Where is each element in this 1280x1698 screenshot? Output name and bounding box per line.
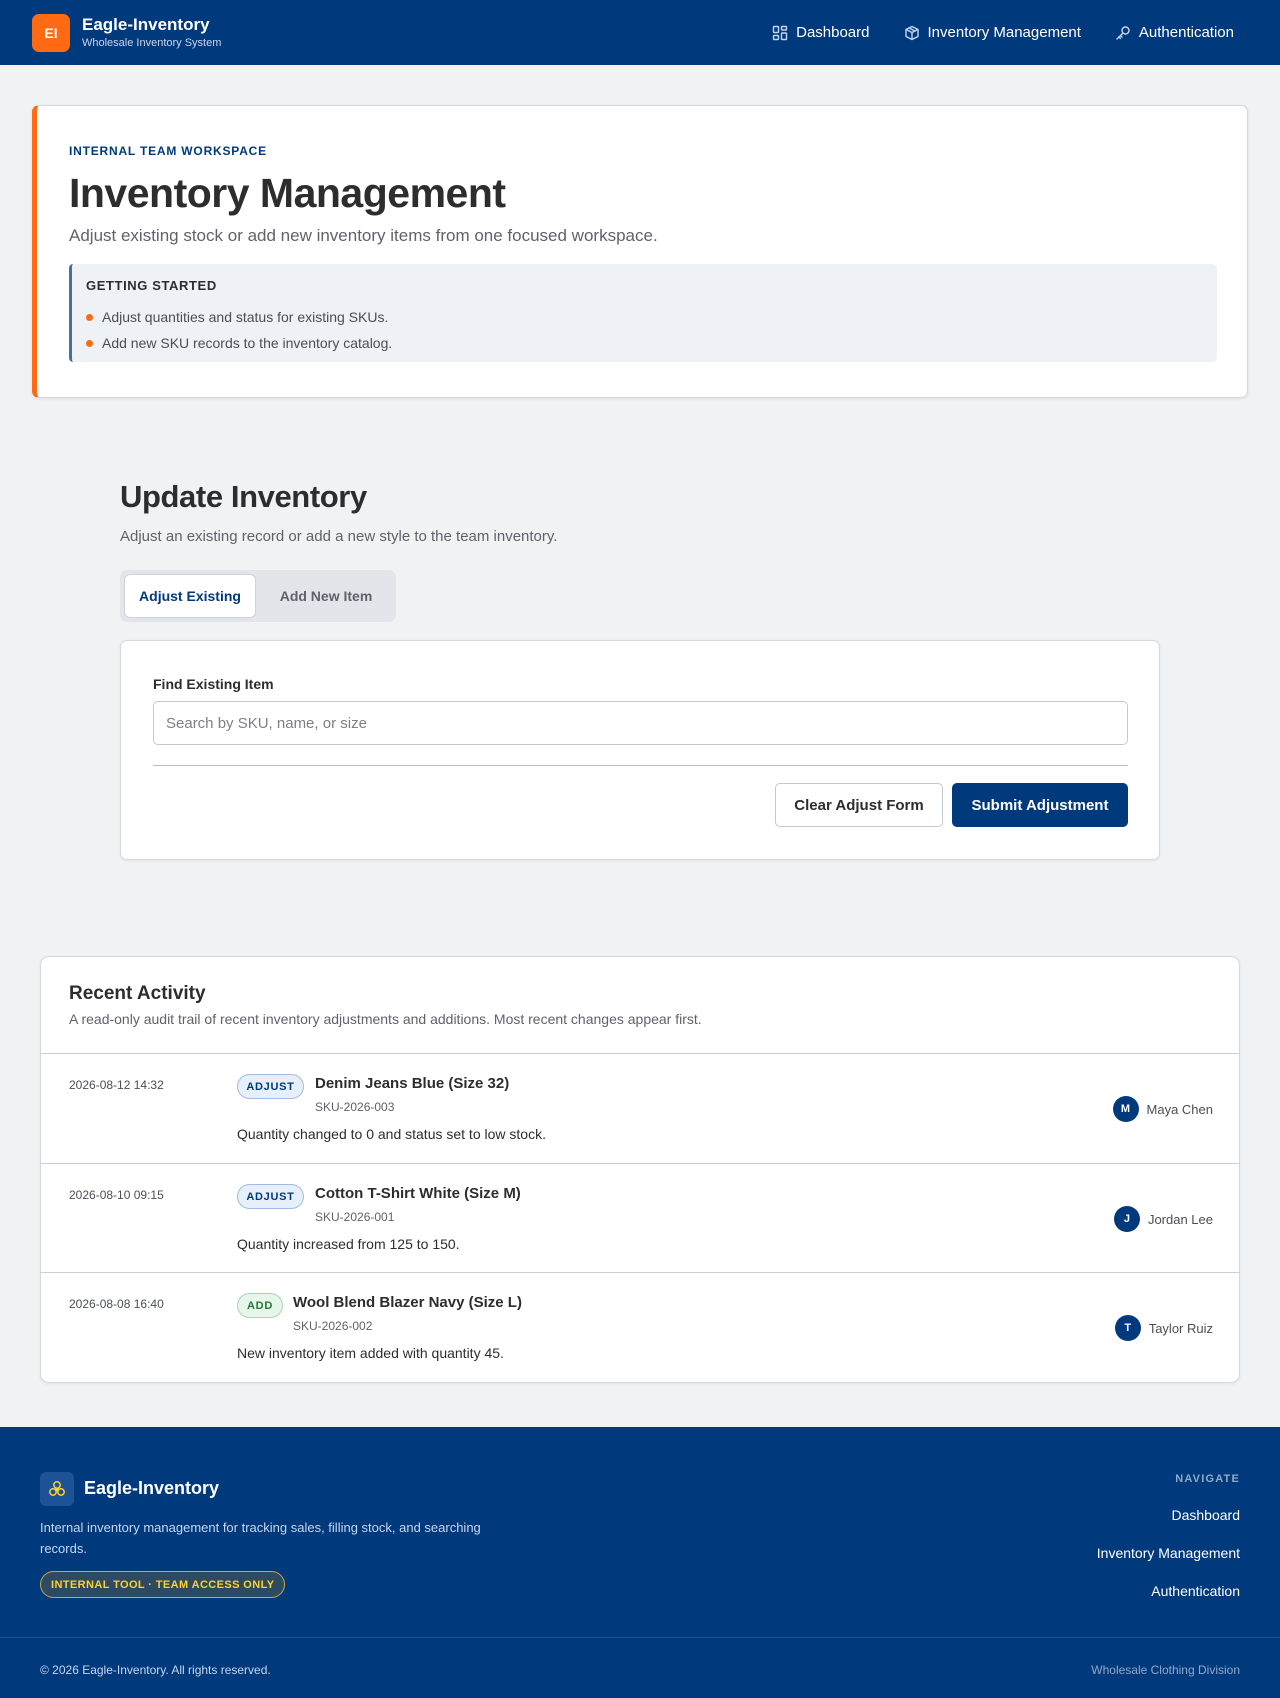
getting-started-panel: GETTING STARTED Adjust quantities and st…: [69, 264, 1217, 362]
bullet-icon: [86, 313, 93, 321]
footer-nav-title: NAVIGATE: [1175, 1473, 1240, 1485]
footer-link-dashboard[interactable]: Dashboard: [1172, 1507, 1241, 1523]
division-label: Wholesale Clothing Division: [1091, 1663, 1240, 1677]
activity-item-name: Cotton T-Shirt White (Size M): [315, 1185, 521, 1202]
activity-user: T Taylor Ruiz: [1114, 1315, 1213, 1341]
nav-label-authentication: Authentication: [1138, 24, 1234, 41]
activity-timestamp: 2026-08-10 09:15: [69, 1188, 164, 1202]
brand-logo: EI: [32, 13, 70, 52]
hero-card: INTERNAL TEAM WORKSPACE Inventory Manage…: [32, 105, 1248, 398]
hero-description: Adjust existing stock or add new invento…: [69, 226, 658, 245]
site-footer: Eagle-Inventory Internal inventory manag…: [0, 1427, 1280, 1698]
avatar: T: [1114, 1315, 1141, 1341]
activity-item-sku: SKU-2026-001: [315, 1210, 395, 1224]
tab-adjust-existing[interactable]: Adjust Existing: [124, 574, 256, 618]
getting-started-item: Adjust quantities and status for existin…: [86, 304, 1203, 330]
internal-tool-badge: INTERNAL TOOL · TEAM ACCESS ONLY: [40, 1571, 286, 1598]
footer-description: Internal inventory management for tracki…: [40, 1520, 481, 1556]
activity-note: Quantity increased from 125 to 150.: [237, 1236, 460, 1252]
activity-user-name: Jordan Lee: [1147, 1211, 1213, 1227]
getting-started-title: GETTING STARTED: [86, 278, 217, 293]
activity-type-badge: ADJUST: [237, 1184, 304, 1209]
submit-adjustment-button[interactable]: Submit Adjustment: [952, 783, 1128, 827]
copyright: © 2026 Eagle-Inventory. All rights reser…: [40, 1663, 271, 1677]
footer-divider: [0, 1637, 1280, 1638]
activity-user: J Jordan Lee: [1113, 1206, 1213, 1232]
activity-item-name: Wool Blend Blazer Navy (Size L): [293, 1294, 522, 1311]
recent-activity-title: Recent Activity: [69, 983, 206, 1004]
activity-note: New inventory item added with quantity 4…: [237, 1345, 504, 1361]
brand-text: Eagle-Inventory Wholesale Inventory Syst…: [82, 15, 221, 50]
nav-item-inventory-management[interactable]: Inventory Management: [904, 24, 1081, 41]
key-icon: [1116, 25, 1130, 40]
getting-started-text: Add new SKU records to the inventory cat…: [102, 335, 393, 351]
tab-add-new-item[interactable]: Add New Item: [260, 574, 392, 618]
activity-row: 2026-08-12 14:32 ADJUST Denim Jeans Blue…: [41, 1053, 1239, 1163]
update-inventory-description: Adjust an existing record or add a new s…: [120, 528, 558, 545]
avatar: J: [1113, 1206, 1140, 1232]
footer-brand-name: Eagle-Inventory: [84, 1478, 220, 1498]
activity-user-name: Maya Chen: [1146, 1101, 1213, 1117]
find-item-search-input[interactable]: [153, 701, 1128, 745]
activity-timestamp: 2026-08-12 14:32: [69, 1078, 164, 1092]
footer-link-authentication[interactable]: Authentication: [1151, 1583, 1240, 1599]
activity-row: 2026-08-10 09:15 ADJUST Cotton T-Shirt W…: [41, 1163, 1239, 1272]
bullet-icon: [86, 339, 93, 347]
activity-type-badge: ADD: [237, 1293, 283, 1318]
main-nav: Dashboard Inventory Management Authentic…: [738, 0, 1234, 65]
activity-row: 2026-08-08 16:40 ADD Wool Blend Blazer N…: [41, 1272, 1239, 1382]
activity-item-sku: SKU-2026-002: [293, 1319, 373, 1333]
getting-started-item: Add new SKU records to the inventory cat…: [86, 330, 1203, 356]
update-tabs: Adjust Existing Add New Item: [120, 570, 396, 622]
nav-label-inventory-management: Inventory Management: [927, 24, 1081, 41]
dashboard-icon: [772, 25, 788, 40]
nav-label-dashboard: Dashboard: [796, 24, 870, 41]
activity-type-badge: ADJUST: [237, 1074, 304, 1099]
clear-adjust-form-button[interactable]: Clear Adjust Form: [775, 783, 943, 827]
activity-user: M Maya Chen: [1112, 1096, 1213, 1122]
top-navbar: EI Eagle-Inventory Wholesale Inventory S…: [0, 0, 1280, 65]
activity-user-name: Taylor Ruiz: [1148, 1320, 1213, 1336]
form-divider: [153, 765, 1128, 766]
update-inventory-title: Update Inventory: [120, 479, 367, 514]
hero-eyebrow: INTERNAL TEAM WORKSPACE: [69, 144, 267, 158]
page-title: Inventory Management: [69, 170, 506, 216]
brand-name: Eagle-Inventory: [82, 15, 210, 34]
recent-activity-card: Recent Activity A read-only audit trail …: [40, 956, 1240, 1383]
activity-note: Quantity changed to 0 and status set to …: [237, 1126, 546, 1142]
activity-timestamp: 2026-08-08 16:40: [69, 1297, 164, 1311]
activity-item-name: Denim Jeans Blue (Size 32): [315, 1075, 510, 1092]
getting-started-text: Adjust quantities and status for existin…: [102, 309, 389, 325]
eagle-logo-icon: [40, 1472, 74, 1506]
avatar: M: [1112, 1096, 1139, 1122]
adjust-form-card: Find Existing Item Clear Adjust Form Sub…: [120, 640, 1160, 860]
nav-item-authentication[interactable]: Authentication: [1115, 24, 1234, 41]
footer-link-inventory-management[interactable]: Inventory Management: [1097, 1545, 1240, 1561]
getting-started-list: Adjust quantities and status for existin…: [86, 304, 1203, 356]
brand[interactable]: EI Eagle-Inventory Wholesale Inventory S…: [32, 13, 221, 52]
brand-subtitle: Wholesale Inventory System: [82, 37, 222, 49]
activity-item-sku: SKU-2026-003: [315, 1100, 395, 1114]
nav-item-dashboard[interactable]: Dashboard: [772, 24, 870, 41]
package-icon: [904, 25, 919, 40]
find-item-label: Find Existing Item: [153, 676, 274, 692]
recent-activity-description: A read-only audit trail of recent invent…: [69, 1011, 702, 1027]
